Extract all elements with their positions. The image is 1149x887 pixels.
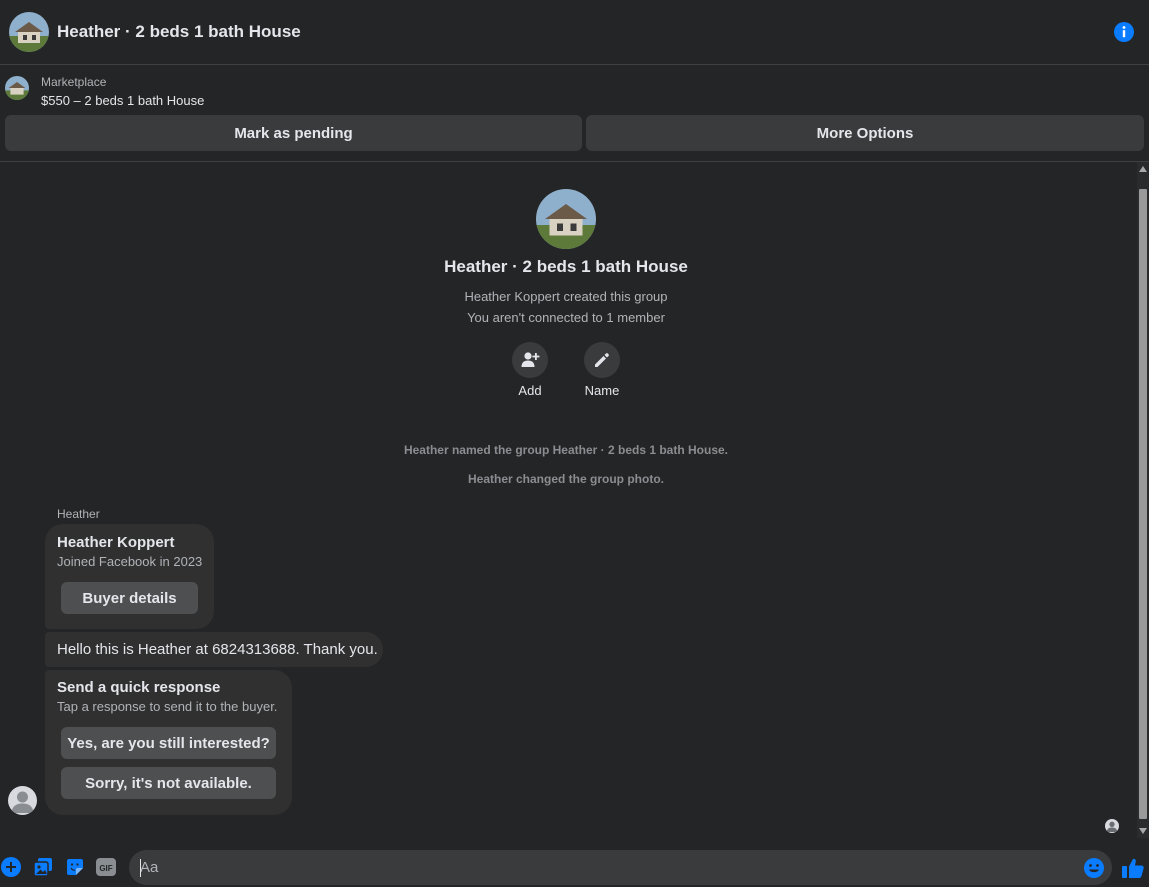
name-group-button[interactable] (584, 342, 620, 378)
plus-circle-icon[interactable] (1, 857, 21, 877)
add-label: Add (518, 383, 542, 398)
add-member-button[interactable] (512, 342, 548, 378)
marketplace-listing[interactable]: Marketplace $550 – 2 beds 1 bath House (0, 66, 1149, 112)
thumbs-up-icon[interactable] (1121, 856, 1145, 880)
scroll-up-arrow[interactable] (1139, 166, 1147, 172)
quick-response-subtitle: Tap a response to send it to the buyer. (57, 699, 278, 714)
group-name: Heather · 2 beds 1 bath House (444, 257, 688, 276)
more-options-button[interactable]: More Options (586, 115, 1144, 151)
emoji-icon[interactable] (1083, 857, 1105, 879)
profile-joined: Joined Facebook in 2023 (57, 554, 203, 569)
add-person-icon (521, 352, 540, 367)
profile-card-bubble: Heather Koppert Joined Facebook in 2023 … (45, 524, 214, 629)
scroll-down-arrow[interactable] (1139, 828, 1147, 834)
sticker-icon[interactable] (65, 857, 85, 877)
listing-title: $550 – 2 beds 1 bath House (41, 93, 205, 108)
message-input-placeholder: Aa (140, 859, 159, 876)
quick-response-yes-button[interactable]: Yes, are you still interested? (61, 727, 276, 759)
group-connection-text: You aren't connected to 1 member (467, 310, 665, 325)
scroll-thumb[interactable] (1139, 189, 1147, 819)
group-avatar[interactable] (9, 12, 49, 52)
scrollbar[interactable] (1137, 162, 1149, 838)
buyer-details-button[interactable]: Buyer details (61, 582, 198, 614)
quick-response-sorry-button[interactable]: Sorry, it's not available. (61, 767, 276, 799)
sender-avatar[interactable] (8, 786, 37, 815)
read-receipt-avatar (1105, 819, 1119, 833)
message-bubble[interactable]: Hello this is Heather at 6824313688. Tha… (45, 632, 383, 667)
quick-response-bubble: Send a quick response Tap a response to … (45, 670, 292, 815)
profile-name: Heather Koppert (57, 534, 175, 551)
gif-icon[interactable]: GIF (96, 857, 116, 877)
group-photo (536, 189, 596, 249)
conversation-title: Heather · 2 beds 1 bath House (57, 22, 301, 41)
text-cursor (140, 859, 141, 877)
quick-response-title: Send a quick response (57, 679, 221, 696)
marketplace-label: Marketplace (41, 75, 107, 89)
gif-label: GIF (99, 864, 112, 873)
event-photo-changed: Heather changed the group photo. (467, 472, 664, 486)
mark-as-pending-button[interactable]: Mark as pending (5, 115, 582, 151)
info-icon[interactable] (1114, 22, 1134, 42)
listing-thumbnail (5, 76, 29, 100)
composer-bar: GIF Aa (0, 845, 1149, 887)
group-created-text: Heather Koppert created this group (464, 289, 668, 304)
divider (0, 161, 1149, 162)
photo-icon[interactable] (33, 857, 53, 877)
conversation-header: Heather · 2 beds 1 bath House (0, 0, 1149, 65)
message-sender-name: Heather (57, 507, 100, 521)
pencil-icon (595, 353, 609, 367)
event-group-named: Heather named the group Heather · 2 beds… (403, 443, 729, 457)
message-text: Hello this is Heather at 6824313688. Tha… (57, 641, 378, 658)
message-input[interactable]: Aa (129, 850, 1112, 885)
name-label: Name (584, 383, 620, 398)
